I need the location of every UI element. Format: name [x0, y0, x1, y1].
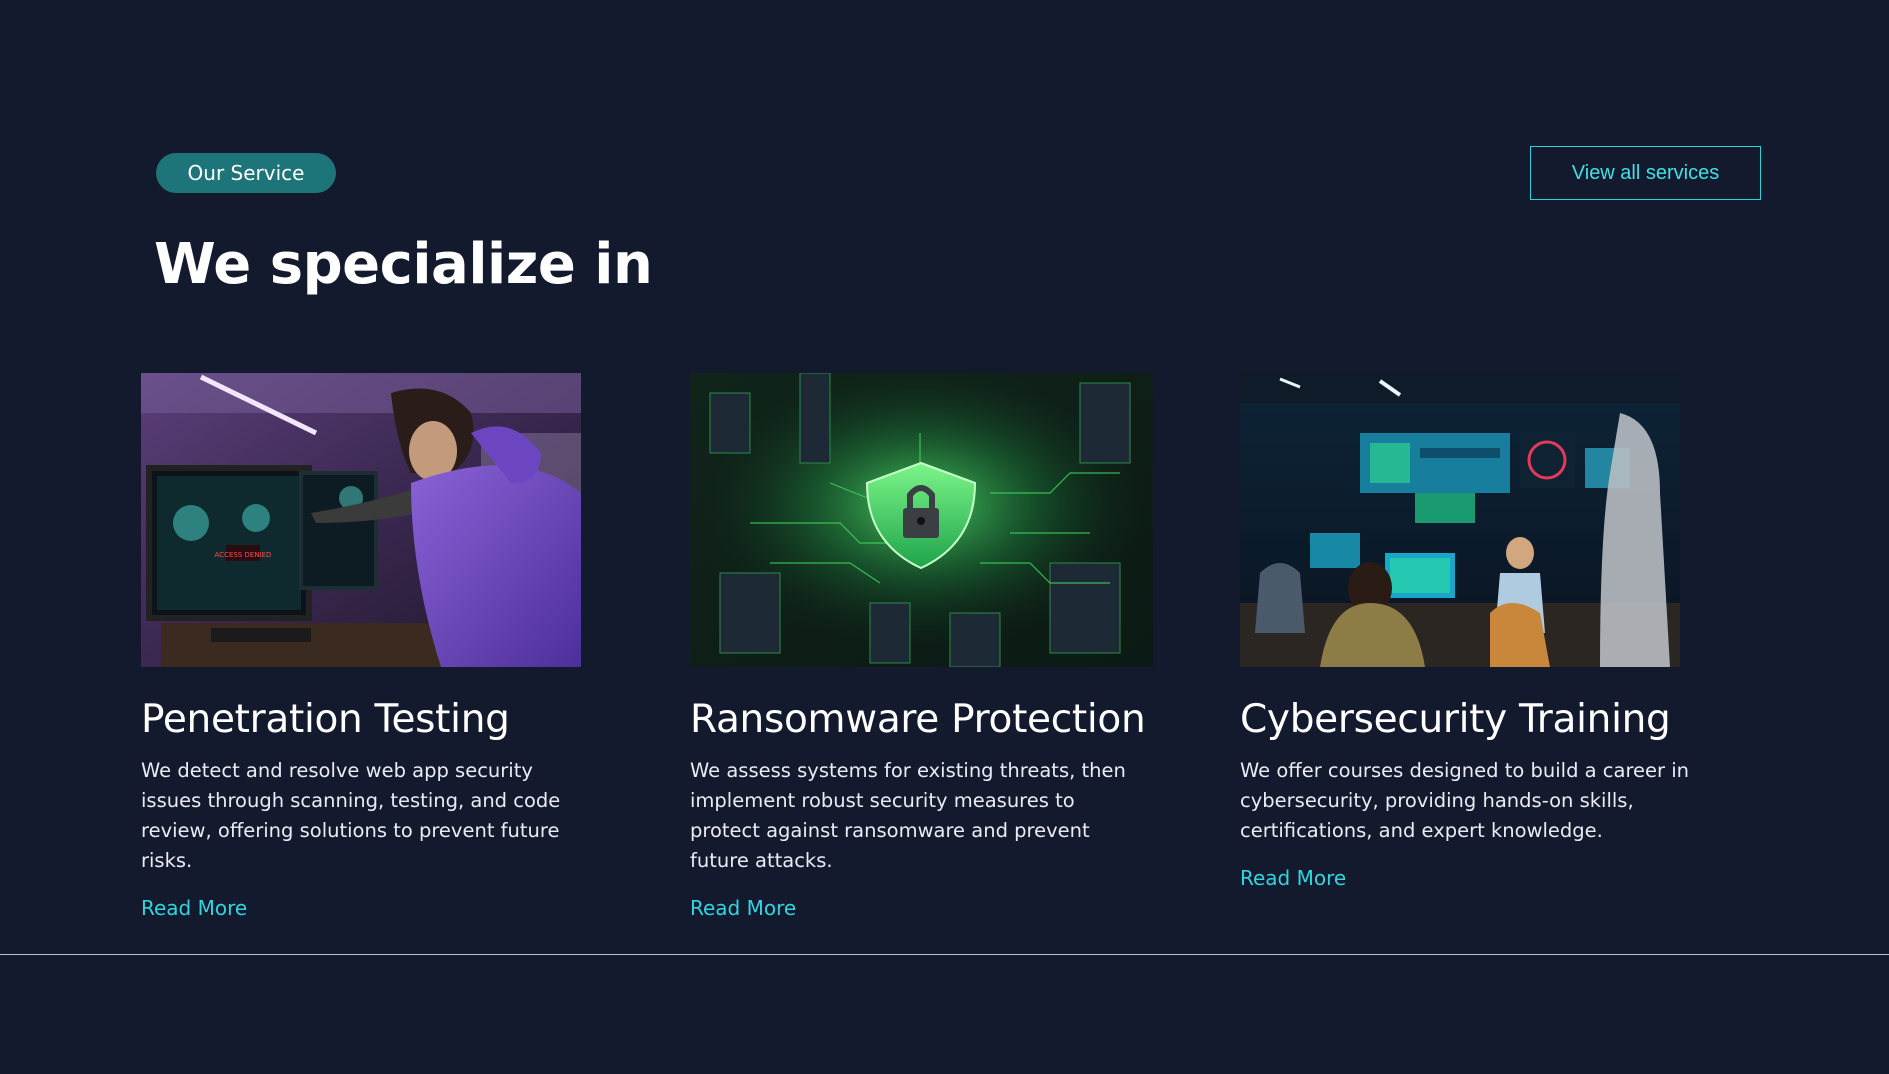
- section-title: We specialize in: [154, 232, 653, 297]
- service-card-cybersecurity-training: Cybersecurity Training We offer courses …: [1240, 373, 1710, 890]
- read-more-link[interactable]: Read More: [1240, 866, 1346, 890]
- services-section: Our Service View all services We special…: [0, 0, 1889, 1074]
- read-more-link[interactable]: Read More: [690, 896, 796, 920]
- penetration-testing-image: ACCESS DENIED: [141, 373, 581, 667]
- service-description: We offer courses designed to build a car…: [1240, 759, 1690, 842]
- service-description: We assess systems for existing threats, …: [690, 759, 1126, 872]
- cybersecurity-training-image: [1240, 373, 1680, 667]
- service-title: Ransomware Protection: [690, 697, 1146, 742]
- service-card-penetration-testing: ACCESS DENIED Penetration Testing We det…: [141, 373, 611, 920]
- service-title: Penetration Testing: [141, 697, 510, 742]
- view-all-services-button[interactable]: View all services: [1530, 146, 1761, 200]
- section-badge: Our Service: [156, 153, 336, 193]
- read-more-link[interactable]: Read More: [141, 896, 247, 920]
- ransomware-protection-image: [690, 373, 1153, 667]
- access-denied-text: ACCESS DENIED: [215, 551, 272, 559]
- section-divider: [0, 954, 1889, 955]
- service-description: We detect and resolve web app security i…: [141, 759, 561, 872]
- service-card-ransomware-protection: Ransomware Protection We assess systems …: [690, 373, 1160, 920]
- service-title: Cybersecurity Training: [1240, 697, 1671, 742]
